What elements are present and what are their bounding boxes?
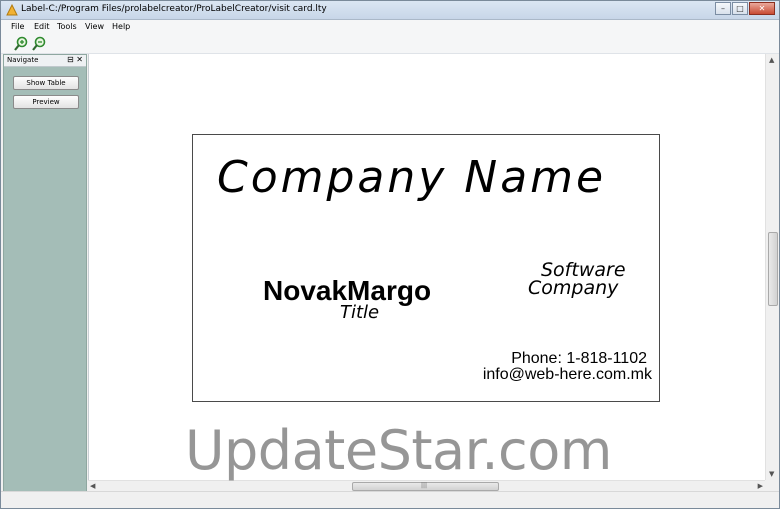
window-controls: – □ ✕ — [715, 2, 775, 15]
vertical-scroll-thumb[interactable] — [768, 232, 778, 306]
person-title-text[interactable]: Title — [340, 302, 379, 323]
scroll-right-arrow-icon[interactable]: ▶ — [758, 482, 763, 490]
menu-file[interactable]: File — [11, 22, 24, 31]
scroll-down-arrow-icon[interactable]: ▼ — [769, 470, 774, 478]
title-bar[interactable]: Label-C:/Program Files/prolabelcreator/P… — [1, 1, 779, 20]
close-button[interactable]: ✕ — [749, 2, 775, 15]
scroll-up-arrow-icon[interactable]: ▲ — [769, 56, 774, 64]
scroll-grip-icon: ||| — [421, 482, 428, 489]
navigate-panel-controls: ⊟ ✕ — [67, 55, 83, 64]
toolbar — [1, 34, 779, 54]
panel-close-icon[interactable]: ✕ — [76, 55, 83, 64]
zoom-in-icon[interactable] — [13, 36, 29, 52]
menu-help[interactable]: Help — [112, 22, 130, 31]
menu-edit[interactable]: Edit — [34, 22, 50, 31]
pin-icon[interactable]: ⊟ — [67, 55, 74, 64]
app-logo-icon — [6, 4, 18, 16]
business-card[interactable]: Company Name NovakMargo Title Software C… — [192, 134, 660, 402]
zoom-out-icon[interactable] — [31, 36, 47, 52]
menu-tools[interactable]: Tools — [57, 22, 77, 31]
navigate-panel-title: Navigate — [7, 56, 39, 64]
vertical-scrollbar[interactable]: ▲ ▼ — [765, 54, 779, 480]
app-window: Label-C:/Program Files/prolabelcreator/P… — [0, 0, 780, 509]
minimize-button[interactable]: – — [715, 2, 731, 15]
watermark-text: UpdateStar.com — [185, 419, 612, 482]
maximize-button[interactable]: □ — [732, 2, 748, 15]
email-text[interactable]: info@web-here.com.mk — [483, 366, 652, 384]
navigate-panel-header: Navigate ⊟ ✕ — [4, 55, 86, 67]
navigate-panel: Navigate ⊟ ✕ Show Table Preview — [3, 54, 87, 492]
window-title: Label-C:/Program Files/prolabelcreator/P… — [21, 4, 327, 14]
show-table-button[interactable]: Show Table — [13, 76, 79, 90]
scroll-left-arrow-icon[interactable]: ◀ — [90, 482, 95, 490]
preview-button[interactable]: Preview — [13, 95, 79, 109]
horizontal-scroll-thumb[interactable]: ||| — [352, 482, 499, 491]
scrollbar-corner — [765, 480, 779, 491]
status-bar — [1, 491, 779, 508]
tagline-company-text[interactable]: Company — [528, 277, 618, 299]
company-name-text[interactable]: Company Name — [217, 152, 606, 203]
menu-bar: File Edit Tools View Help — [1, 20, 779, 34]
menu-view[interactable]: View — [85, 22, 104, 31]
